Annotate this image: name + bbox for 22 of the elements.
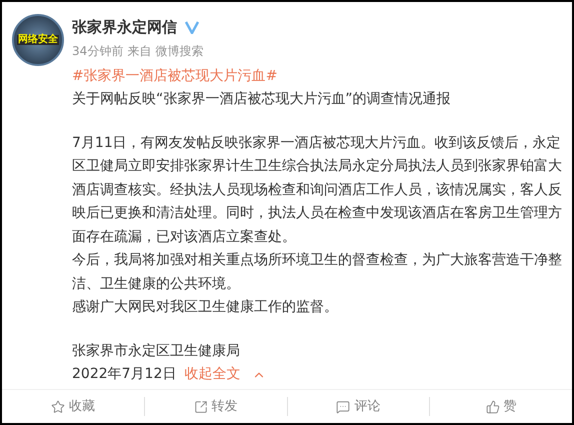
author-name[interactable]: 张家界永定网信 (72, 16, 177, 38)
like-icon (486, 400, 500, 414)
share-icon (194, 400, 208, 414)
action-button[interactable]: 收藏 (50, 396, 95, 416)
post-paragraph: 关于网帖反映“张家界一酒店被芯现大片污血”的调查情况通报 (72, 90, 452, 109)
source-prefix: 来自 (127, 42, 152, 60)
post-date: 2022年7月12日 (72, 365, 176, 384)
post-paragraph: 感谢广大网民对我区卫生健康工作的监督。 (72, 298, 339, 317)
signature: 张家界市永定区卫生健康局 (72, 342, 241, 360)
avatar[interactable]: 网络安全 (12, 14, 64, 66)
action-button[interactable]: 评论 (336, 396, 380, 416)
post-source[interactable]: 微博搜索 (155, 42, 204, 60)
action-button[interactable]: 转发 (194, 396, 238, 416)
post-paragraph: 7月11日，有网友发帖反映张家界一酒店被芯现大片污血。收到该反馈后，永定区卫健局立即安排张家界计生卫生综合执法局永定分局执法人员到张家界铂富大酒店调查核实。经执法人员现场检查和询问酒店工作人员，该情况属实，客人反映后已更换和清洁处理。同时，执法人员在检查中发现该酒店在客房卫生管理方面存在疏漏，已对该酒店立案查处。 (72, 134, 563, 246)
comment-icon (336, 400, 350, 414)
collapse-link[interactable]: 收起全文 (184, 363, 266, 386)
star-icon (50, 400, 65, 414)
action-button[interactable]: 赞 (486, 396, 517, 416)
avatar-text: 网络安全 (17, 35, 59, 45)
hashtag-link[interactable]: #张家界一酒店被芯现大片污血# (72, 64, 278, 88)
post-time[interactable]: 34分钟前 (72, 42, 124, 60)
post-paragraph: 今后，我局将加强对相关重点场所环境卫生的督查检查，为广大旅客营造干净整洁、卫生健康的公共环境。 (72, 251, 563, 294)
